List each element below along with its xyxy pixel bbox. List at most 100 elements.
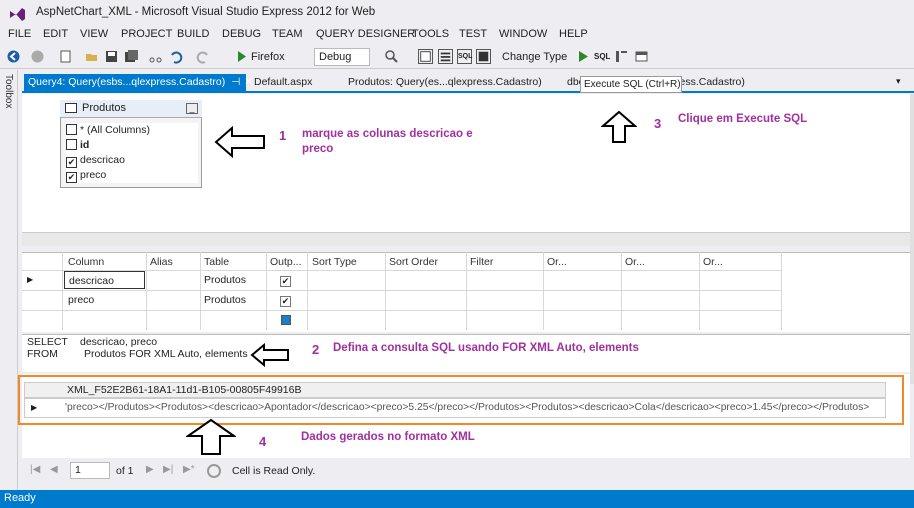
tab-underline [22,91,914,93]
grid-cell-column[interactable]: preco [68,291,94,309]
menu-project[interactable]: PROJECT [121,28,172,40]
grid-line [307,252,308,330]
checkbox-descricao[interactable]: ✔ [66,157,77,168]
toolbox-tab[interactable]: Toolbox [3,74,14,108]
column-label: * (All Columns) [80,124,151,136]
last-record-icon[interactable]: ▶| [163,464,173,475]
diagram-horizontal-scrollbar[interactable] [22,232,910,246]
column-descricao[interactable]: ✔ descricao [66,153,198,168]
menu-test[interactable]: TEST [459,28,487,40]
column-id[interactable]: id [66,138,198,153]
show-results-pane-icon[interactable] [476,49,491,64]
vertical-scrollbar[interactable] [910,94,914,384]
config-combo[interactable]: Debug [314,48,370,66]
grid-line [200,252,201,330]
tab-produtos-query[interactable]: Produtos: Query(es...qlexpress.Cadastro) [344,74,542,91]
grid-line [781,252,782,330]
start-debug-icon[interactable] [234,49,249,64]
first-record-icon[interactable]: |◀ [30,464,40,475]
grid-line [543,252,544,330]
step-number-2: 2 [312,342,320,357]
checkbox-id[interactable] [66,139,77,150]
menu-tools[interactable]: TOOLS [412,28,449,40]
grid-header-sort-type: Sort Type [312,256,357,268]
status-text: Ready [4,492,36,504]
visual-studio-logo-icon [10,8,25,21]
pin-icon[interactable]: ⊣ [231,76,240,88]
menu-team[interactable]: TEAM [272,28,303,40]
step-number-3: 3 [654,116,662,131]
change-type-button[interactable]: Change Type [502,48,567,66]
grid-header-sort-order: Sort Order [389,256,439,268]
step-text-1a: marque as colunas descricao e [302,128,473,140]
toolbox-strip [0,70,18,490]
checkbox-preco[interactable]: ✔ [66,172,77,183]
add-table-icon[interactable] [634,49,649,64]
grid-cell-column[interactable]: descricao [64,271,145,289]
results-highlight-box [18,375,904,425]
grid-header-output: Outp... [270,256,302,268]
back-icon[interactable] [6,49,21,64]
new-row-output-checkbox[interactable] [281,315,291,325]
minimize-icon[interactable]: _ [186,103,198,114]
row-pointer-icon: ▶ [27,275,34,284]
stop-icon[interactable] [207,464,221,478]
column-label: preco [80,169,107,181]
grid-line [266,252,267,330]
group-by-icon[interactable] [614,49,629,64]
menu-file[interactable]: FILE [8,28,31,40]
next-record-icon[interactable]: ▶ [146,464,154,475]
find-icon[interactable] [384,49,399,64]
menu-window[interactable]: WINDOW [499,28,547,40]
tab-dropdown-icon[interactable]: ▾ [896,76,901,87]
show-criteria-pane-icon[interactable] [438,49,453,64]
grid-header-or-1: Or... [547,256,567,268]
grid-cell-table[interactable]: Produtos [204,271,246,289]
cut-icon[interactable] [148,49,163,64]
save-icon[interactable] [104,49,119,64]
column-all[interactable]: * (All Columns) [66,123,198,138]
sql-from-keyword: FROM [27,348,58,360]
redo-icon[interactable] [196,49,211,64]
grid-line [699,252,700,330]
menu-build[interactable]: BUILD [177,28,209,40]
grid-header-or-2: Or... [625,256,645,268]
grid-line [62,252,63,330]
forward-icon[interactable] [30,49,45,64]
tab-query4[interactable]: Query4: Query(esbs...qlexpress.Cadastro)… [24,74,253,91]
column-preco[interactable]: ✔ preco [66,168,198,183]
verify-sql-icon[interactable]: SQL [594,49,610,64]
arrow-left-icon [214,126,265,158]
sql-select-columns: descricao, preco [80,336,158,348]
menu-debug[interactable]: DEBUG [222,28,261,40]
step-text-2: Defina a consulta SQL usando FOR XML Aut… [333,342,639,354]
step-text-3: Clique em Execute SQL [678,113,808,125]
save-all-icon[interactable] [124,49,139,64]
tab-cadastro[interactable]: ress.Cadastro) [672,74,745,91]
menu-query-designer[interactable]: QUERY DESIGNER [316,28,415,40]
new-record-icon[interactable]: ▶* [183,464,195,475]
tab-default-aspx[interactable]: Default.aspx [250,74,312,91]
record-count: of 1 [116,465,134,477]
undo-icon[interactable] [168,49,183,64]
step-text-1b: preco [302,143,334,155]
previous-record-icon[interactable]: ◀ [50,464,58,475]
browser-selector[interactable]: Firefox [251,48,285,66]
checkbox-all-columns[interactable] [66,124,77,135]
execute-sql-icon[interactable] [576,49,591,64]
new-project-icon[interactable] [58,49,73,64]
show-sql-pane-icon[interactable]: SQL [457,49,472,64]
record-number-input[interactable]: 1 [70,462,110,479]
open-icon[interactable] [84,49,99,64]
arrow-up-icon [186,418,236,455]
menu-view[interactable]: VIEW [80,28,108,40]
grid-header-table: Table [204,256,230,268]
show-diagram-pane-icon[interactable] [418,49,433,64]
menu-edit[interactable]: EDIT [43,28,68,40]
menu-help[interactable]: HELP [559,28,588,40]
sql-from-clause: Produtos FOR XML Auto, elements [84,348,248,360]
output-checkbox[interactable]: ✔ [280,276,291,287]
grid-line [22,290,782,291]
output-checkbox[interactable]: ✔ [280,296,291,307]
grid-cell-table[interactable]: Produtos [204,291,246,309]
